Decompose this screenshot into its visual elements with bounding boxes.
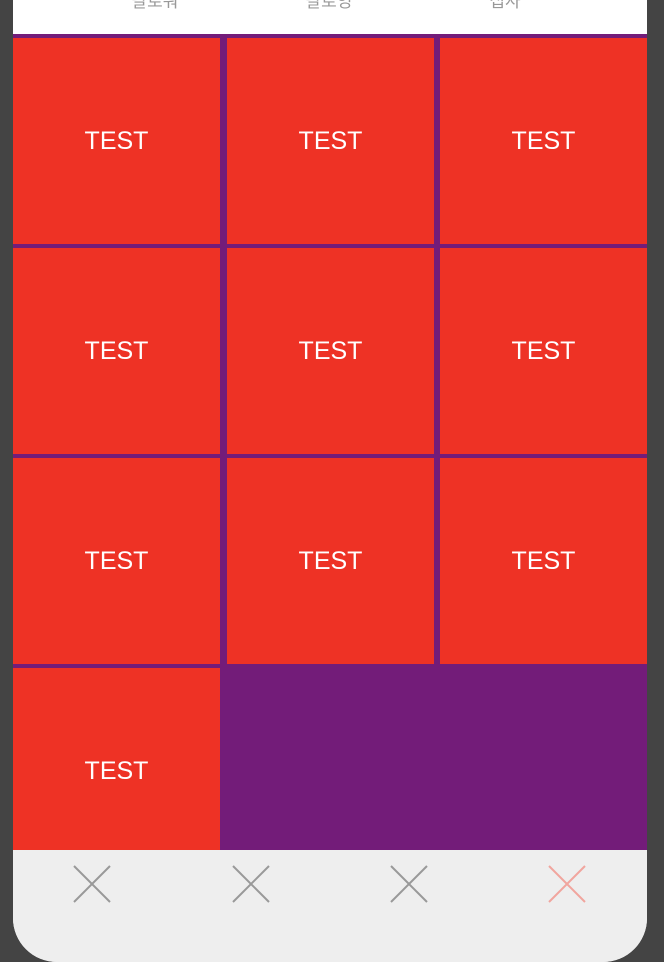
- grid-item[interactable]: TEST: [13, 668, 220, 850]
- post-grid: TEST TEST TEST TEST TEST TEST TEST TEST …: [13, 34, 647, 850]
- close-icon: [232, 865, 270, 903]
- grid-item[interactable]: TEST: [440, 38, 647, 244]
- tab-followers[interactable]: 팔로워: [95, 0, 215, 12]
- close-icon: [548, 865, 586, 903]
- bottom-tab-bar: [13, 850, 647, 962]
- grid-item[interactable]: TEST: [227, 248, 434, 454]
- tab-extra[interactable]: 십사: [445, 0, 565, 12]
- grid-item[interactable]: TEST: [227, 458, 434, 664]
- grid-item[interactable]: TEST: [440, 458, 647, 664]
- close-icon[interactable]: [387, 862, 431, 906]
- grid-item[interactable]: TEST: [13, 248, 220, 454]
- close-icon: [390, 865, 428, 903]
- close-icon-active[interactable]: [545, 862, 589, 906]
- grid-item[interactable]: TEST: [13, 458, 220, 664]
- app-screen: 팔로워 팔로잉 십사 TEST TEST TEST TEST TEST TEST…: [13, 0, 647, 962]
- tab-following[interactable]: 팔로잉: [269, 0, 389, 12]
- profile-tab-bar: 팔로워 팔로잉 십사: [13, 0, 647, 34]
- grid-item[interactable]: TEST: [440, 248, 647, 454]
- close-icon[interactable]: [229, 862, 273, 906]
- grid-item[interactable]: TEST: [13, 38, 220, 244]
- close-icon[interactable]: [70, 862, 114, 906]
- grid-item[interactable]: TEST: [227, 38, 434, 244]
- close-icon: [73, 865, 111, 903]
